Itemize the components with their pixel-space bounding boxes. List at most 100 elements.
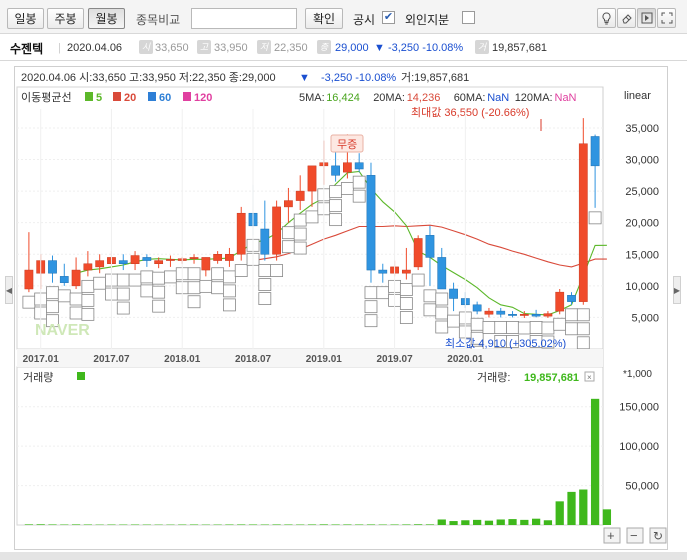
price-tick-label: 10,000 [625, 281, 659, 293]
candle-body [189, 257, 199, 259]
volume-bar [590, 398, 600, 525]
expand-icon[interactable] [657, 8, 676, 28]
candle-body [24, 269, 34, 290]
disclosure-badge [234, 264, 248, 277]
chart-panel: 35,000 30,000 25,000 20,000 15,000 10,000 5,00… [14, 66, 668, 550]
disclosure-badge [399, 311, 413, 324]
disclosure-badge [565, 322, 578, 336]
volume-bar [237, 524, 246, 525]
disclosure-badge [529, 321, 543, 334]
volume-bar [343, 524, 352, 525]
volume-value: 19,857,681 [524, 372, 579, 384]
disclosure-badge [46, 286, 59, 300]
volume-bar [496, 519, 505, 525]
volume-legend-swatch [77, 372, 85, 380]
disclosure-badge [57, 289, 71, 303]
disclosure-badge [423, 303, 437, 317]
volume-bar [508, 519, 517, 525]
disclosure-badge [22, 295, 36, 309]
disclosure-badge [152, 285, 166, 299]
date-tick-label: 2019.01 [306, 354, 343, 365]
scroll-left-arrow[interactable]: ◀ [5, 276, 13, 304]
candle-body [130, 255, 140, 264]
date-tick-label: 2017.07 [93, 354, 130, 365]
disclosure-badge [69, 292, 83, 306]
disclosure-badge [494, 321, 508, 334]
volume-bar [555, 501, 564, 525]
disclosure-badge [329, 199, 342, 213]
monthly-button[interactable]: 월봉 [88, 8, 125, 29]
disclosure-badge [223, 270, 236, 284]
disclosure-badge [352, 175, 366, 189]
zoom-in-icon: + [607, 528, 615, 543]
ohlc-change: -3,250 -10.08% [321, 72, 396, 84]
disclosure-badge [470, 317, 484, 331]
candle-body [378, 269, 388, 274]
ma-value-name: 60MA: [454, 92, 486, 104]
disclosure-badge [588, 211, 602, 225]
disclosure-badge [340, 182, 354, 195]
volume-bar [319, 524, 328, 525]
scale-label[interactable]: linear [624, 90, 651, 102]
disclosure-badge [435, 306, 449, 320]
eraser-icon[interactable] [617, 8, 636, 28]
disclosure-badge [329, 213, 342, 227]
disclosure-badge [541, 321, 555, 335]
candle-body [449, 288, 458, 299]
disclosure-badge [352, 189, 366, 203]
ma-legend-label: 5 [96, 92, 102, 104]
chart-mode-icon[interactable] [637, 8, 656, 28]
info-change: ▼ -3,250 -10.08% [374, 42, 464, 54]
ma-value-name: 5MA: [299, 92, 325, 104]
volume-bar [520, 519, 529, 525]
ohlc-text: 2020.04.06 시:33,650 고:33,950 저:22,350 종:… [21, 71, 276, 84]
ma-legend-swatch [183, 92, 191, 101]
disclosure-badge [152, 271, 166, 285]
disclosure-badge [293, 227, 307, 241]
volume-bar [473, 519, 482, 525]
candle-body [284, 200, 293, 208]
volume-bar [48, 524, 57, 525]
page-bottom-strip [0, 552, 687, 560]
info-date: 2020.04.06 [67, 42, 123, 54]
disclosure-badge [364, 300, 378, 314]
disclosure-badge [576, 336, 590, 350]
ma-value-name: 20MA: [373, 92, 405, 104]
info-volume: 19,857,681 [492, 42, 548, 54]
disclosure-badge [81, 307, 95, 321]
candle-body [59, 276, 69, 283]
event-label[interactable]: 무증 [337, 139, 357, 151]
disclosure-label: 공시 [353, 13, 376, 27]
disclosure-badge [164, 270, 177, 284]
foreign-ownership-label: 외인지분 [405, 13, 450, 27]
candle-body [354, 162, 364, 170]
candle-body [142, 257, 152, 261]
lightbulb-icon[interactable] [597, 8, 616, 28]
confirm-button[interactable]: 확인 [305, 8, 343, 29]
candle-body [295, 190, 305, 201]
price-tick-label: 25,000 [625, 186, 659, 198]
top-toolbar: 일봉 주봉 월봉 종목비교 확인 공시 ✔ 외인지분 [0, 0, 687, 34]
disclosure-badge [411, 273, 425, 287]
candle-body [555, 291, 565, 312]
disclosure-checkbox[interactable]: ✔ [382, 11, 395, 24]
candle-body [201, 257, 211, 271]
close-badge: 종 [317, 40, 331, 54]
candle-body [531, 314, 541, 317]
disclosure-badge [187, 281, 201, 295]
volume-bar [331, 524, 340, 525]
daily-button[interactable]: 일봉 [7, 8, 44, 29]
max-value-label: 최대값 36,550 (-20.66%) [411, 106, 529, 119]
foreign-ownership-checkbox[interactable] [462, 11, 475, 24]
low-badge: 저 [257, 40, 271, 54]
candle-body [543, 313, 553, 317]
candle-body [484, 310, 494, 315]
info-close: 29,000 [335, 42, 369, 54]
disclosure-badge [517, 321, 531, 335]
ma-title: 이동평균선 [21, 91, 72, 104]
scroll-right-arrow[interactable]: ▶ [673, 276, 681, 304]
info-low: 22,350 [274, 42, 308, 54]
stock-chart[interactable]: 35,000 30,000 25,000 20,000 15,000 10,000 5,00… [15, 67, 669, 551]
compare-input[interactable] [191, 8, 297, 29]
weekly-button[interactable]: 주봉 [47, 8, 84, 29]
